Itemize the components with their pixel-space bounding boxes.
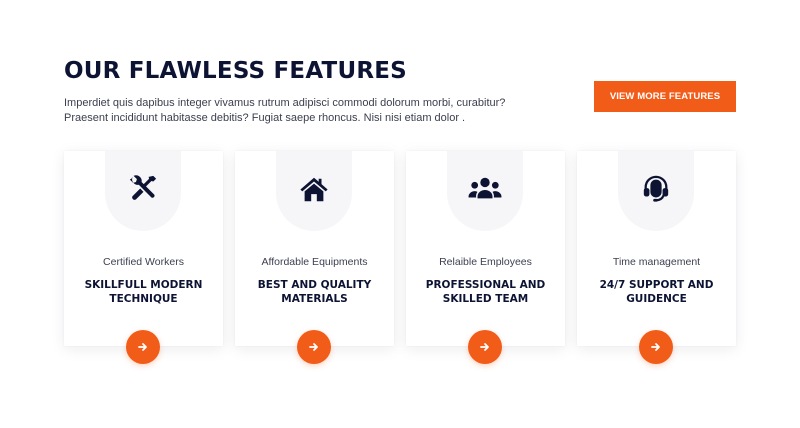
feature-card-1: Certified Workers SKILLFULL MODERN TECHN… [64, 151, 223, 364]
feature-arrow-button[interactable] [639, 330, 673, 364]
home-icon [300, 177, 328, 202]
feature-arrow-button[interactable] [297, 330, 331, 364]
feature-subtitle: Relaible Employees [439, 256, 532, 268]
feature-card-3: Relaible Employees PROFESSIONAL AND SKIL… [406, 151, 565, 364]
feature-heading: BEST AND QUALITY MATERIALS [257, 279, 372, 305]
section-title: OUR FLAWLESS FEATURES [64, 58, 407, 84]
team-icon [468, 177, 502, 199]
tools-icon [129, 175, 157, 200]
arrow-right-icon [138, 343, 147, 351]
section-description: Imperdiet quis dapibus integer vivamus r… [64, 97, 506, 124]
feature-arrow-button[interactable] [126, 330, 160, 364]
feature-icon-badge [276, 151, 352, 231]
feature-subtitle: Affordable Equipments [261, 256, 368, 268]
feature-card-2: Affordable Equipments BEST AND QUALITY M… [235, 151, 394, 364]
features-section: OUR FLAWLESS FEATURES Imperdiet quis dap… [0, 0, 800, 428]
feature-subtitle: Certified Workers [103, 256, 184, 268]
view-more-features-button[interactable]: VIEW MORE FEATURES [594, 81, 736, 112]
feature-heading: 24/7 SUPPORT AND GUIDENCE [599, 279, 714, 305]
feature-heading: SKILLFULL MODERN TECHNIQUE [84, 279, 203, 305]
headset-icon [643, 175, 669, 202]
feature-heading: PROFESSIONAL AND SKILLED TEAM [425, 279, 546, 305]
arrow-right-icon [651, 343, 660, 351]
arrow-right-icon [480, 343, 489, 351]
feature-icon-badge [447, 151, 523, 231]
feature-card-4: Time management 24/7 SUPPORT AND GUIDENC… [577, 151, 736, 364]
arrow-right-icon [309, 343, 318, 351]
feature-subtitle: Time management [612, 256, 701, 268]
feature-icon-badge [618, 151, 694, 231]
feature-arrow-button[interactable] [468, 330, 502, 364]
feature-icon-badge [105, 151, 181, 231]
